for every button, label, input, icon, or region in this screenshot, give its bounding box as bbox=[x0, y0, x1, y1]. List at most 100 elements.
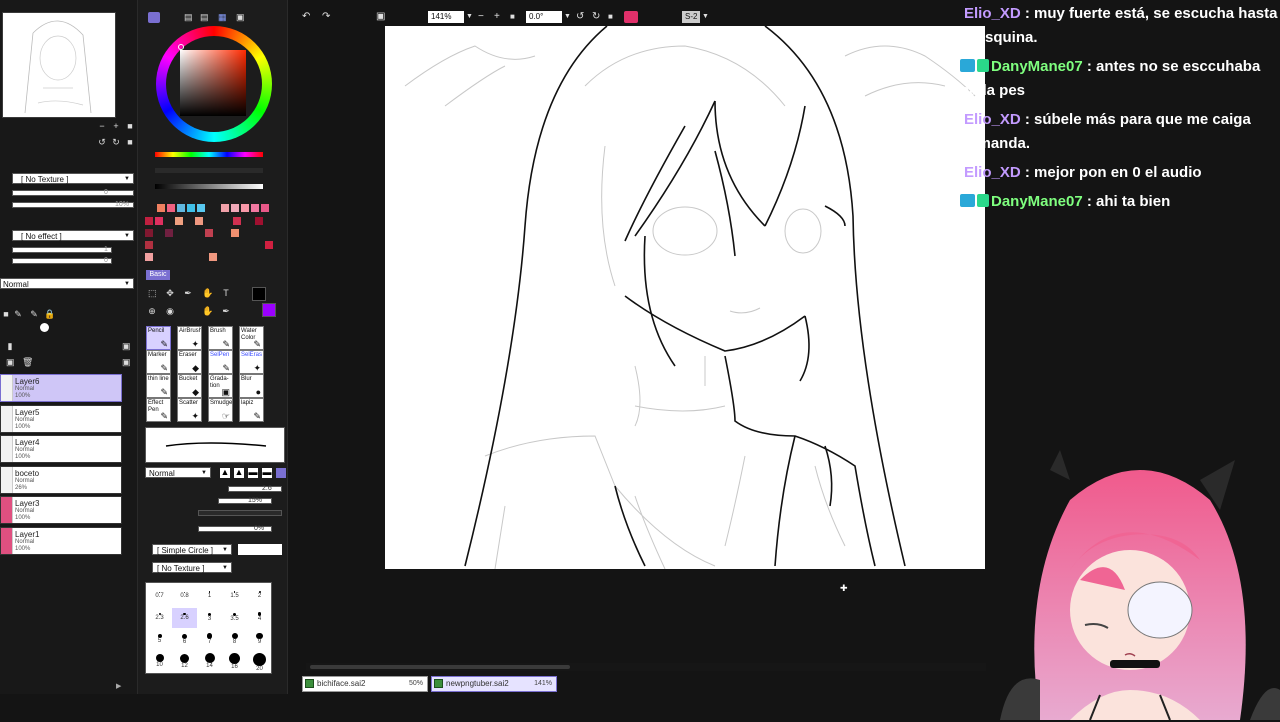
stabilizer-field[interactable]: S-2 bbox=[682, 11, 700, 23]
edge-hard-icon[interactable]: ▲ bbox=[220, 468, 230, 478]
brush-size-option[interactable]: 10 bbox=[147, 652, 172, 672]
swatch[interactable] bbox=[165, 229, 173, 237]
chat-username[interactable]: Elio_XD bbox=[964, 164, 1021, 181]
swatch[interactable] bbox=[233, 217, 241, 225]
swatch[interactable] bbox=[155, 217, 163, 225]
swatch[interactable] bbox=[145, 241, 153, 249]
swatch[interactable] bbox=[251, 204, 259, 212]
tool-marker[interactable]: Marker ✎ bbox=[146, 350, 171, 374]
zoom-out-icon[interactable]: − bbox=[478, 10, 484, 24]
brush-size-option[interactable]: 16 bbox=[222, 652, 247, 672]
edge-flat-icon[interactable] bbox=[276, 468, 286, 478]
brush-size-option[interactable]: 9 bbox=[247, 630, 272, 650]
swatch[interactable] bbox=[255, 217, 263, 225]
rotate-tool-icon[interactable]: ◉ bbox=[166, 307, 174, 316]
brush-size-option[interactable]: 4 bbox=[247, 608, 272, 628]
rotate-right-icon[interactable]: ↻ bbox=[592, 10, 600, 24]
brush-size-option[interactable]: 1.5 bbox=[222, 586, 247, 606]
doc-tab-bichiface[interactable]: bichiface.sai2 50% bbox=[302, 676, 428, 692]
swatch[interactable] bbox=[175, 217, 183, 225]
saturation-bar[interactable] bbox=[155, 168, 263, 173]
brush-shape-select[interactable]: [ Simple Circle ] ▼ bbox=[152, 544, 232, 555]
brush-size-option[interactable]: 1 bbox=[197, 586, 222, 606]
density-slider[interactable] bbox=[198, 510, 282, 516]
chevron-down-icon[interactable]: ▼ bbox=[702, 10, 709, 24]
rotate-left-icon[interactable]: ↺ bbox=[98, 138, 106, 147]
edge-med-icon[interactable]: ▲ bbox=[234, 468, 244, 478]
selection-source-icon[interactable]: ✎ bbox=[30, 310, 38, 319]
selection-source-toggle[interactable] bbox=[40, 323, 49, 332]
zoom-tool-icon[interactable]: ⊕ bbox=[148, 307, 156, 316]
swatch[interactable] bbox=[241, 204, 249, 212]
tool-thin-line[interactable]: thin line ✎ bbox=[146, 374, 171, 398]
brush-blend-select[interactable]: Normal ▼ bbox=[145, 467, 211, 478]
swatch[interactable] bbox=[205, 229, 213, 237]
delete-layer-icon[interactable]: 🗑 bbox=[22, 358, 33, 367]
chat-username[interactable]: Elio_XD bbox=[964, 5, 1021, 22]
value-bar[interactable] bbox=[155, 184, 263, 189]
layer-menu-icon[interactable]: ▣ bbox=[122, 342, 131, 351]
doc-tab-newpngtuber[interactable]: newpngtuber.sai2 141% bbox=[431, 676, 557, 692]
brush-texture-select[interactable]: [ No Texture ] ▼ bbox=[152, 562, 232, 573]
layer-item[interactable]: Layer6 Normal 100% bbox=[0, 374, 122, 402]
brush-size-option[interactable]: 3.5 bbox=[222, 608, 247, 628]
reset-zoom-icon[interactable]: ■ bbox=[510, 10, 515, 24]
tool-scatter[interactable]: Scatter ✦ bbox=[177, 398, 202, 422]
new-layer-icon[interactable]: ▮ bbox=[6, 342, 14, 351]
rotate-right-icon[interactable]: ↻ bbox=[112, 138, 120, 147]
layer-item[interactable]: boceto Normal 26% bbox=[0, 465, 122, 494]
deselect-icon[interactable]: ▣ bbox=[376, 10, 385, 24]
tool-grada-tion[interactable]: Grada-tion ▣ bbox=[208, 374, 233, 398]
chevron-down-icon[interactable]: ▼ bbox=[564, 10, 571, 24]
scroll-thumb[interactable] bbox=[310, 665, 570, 669]
zoom-in-icon[interactable]: + bbox=[494, 10, 500, 24]
scroll-right-icon[interactable]: ▶ bbox=[116, 682, 121, 690]
swatches-icon[interactable]: ▦ bbox=[218, 13, 227, 22]
tool-bucket[interactable]: Bucket ◆ bbox=[177, 374, 202, 398]
hue-bar[interactable] bbox=[155, 152, 263, 157]
new-set-icon[interactable]: ▣ bbox=[6, 358, 15, 367]
brush-size-option[interactable]: 2.6 bbox=[172, 608, 197, 628]
chat-username[interactable]: DanyMane07 bbox=[991, 193, 1083, 210]
saturation-value-square[interactable] bbox=[180, 50, 246, 116]
clipping-icon[interactable]: ✎ bbox=[14, 310, 22, 319]
swatch[interactable] bbox=[221, 204, 229, 212]
swatch[interactable] bbox=[265, 241, 273, 249]
brush-size-option[interactable]: 6 bbox=[172, 630, 197, 650]
layer-effect-select[interactable]: [ No effect ] ▼ bbox=[12, 230, 134, 241]
eyedropper-icon[interactable]: ✒ bbox=[184, 289, 192, 298]
brush-size-option[interactable]: 2.3 bbox=[147, 608, 172, 628]
chat-username[interactable]: DanyMane07 bbox=[991, 58, 1083, 75]
brush-size-slider[interactable] bbox=[228, 486, 282, 492]
text-tool-icon[interactable]: T bbox=[222, 289, 230, 298]
brush-size-option[interactable]: 8 bbox=[222, 630, 247, 650]
rotate-left-icon[interactable]: ↺ bbox=[576, 10, 584, 24]
tool-eraser[interactable]: Eraser ◆ bbox=[177, 350, 202, 374]
tool-pencil[interactable]: Pencil ✎ bbox=[146, 326, 171, 350]
brush-size-option[interactable]: 14 bbox=[197, 652, 222, 672]
edge-softer-icon[interactable]: ▬ bbox=[262, 468, 272, 478]
effect-width-slider[interactable] bbox=[12, 247, 112, 253]
hand-icon[interactable]: ✋ bbox=[202, 289, 213, 298]
color-wheel-mode-icon[interactable] bbox=[148, 12, 160, 23]
zoom-field[interactable]: 141% bbox=[428, 11, 464, 23]
brush-size-option[interactable]: 0.8 bbox=[172, 586, 197, 606]
swatch[interactable] bbox=[187, 204, 195, 212]
min-size-slider[interactable] bbox=[218, 498, 272, 504]
layer-merge-icon[interactable]: ▣ bbox=[122, 358, 131, 367]
zoom-out-icon[interactable]: − bbox=[98, 122, 106, 131]
reset-rotation-icon[interactable]: ■ bbox=[608, 10, 613, 24]
brush-size-option[interactable]: 3 bbox=[197, 608, 222, 628]
brush-size-option[interactable]: 2 bbox=[247, 586, 272, 606]
zoom-in-icon[interactable]: + bbox=[112, 122, 120, 131]
swatch[interactable] bbox=[195, 217, 203, 225]
swatch[interactable] bbox=[145, 217, 153, 225]
hand-tool-icon[interactable]: ✋ bbox=[202, 307, 213, 316]
rotation-field[interactable]: 0.0° bbox=[526, 11, 562, 23]
brush-size-option[interactable]: 12 bbox=[172, 652, 197, 672]
fit-icon[interactable]: ■ bbox=[126, 122, 134, 131]
brush-size-option[interactable]: 5 bbox=[147, 630, 172, 650]
swatch[interactable] bbox=[197, 204, 205, 212]
pick-tool-icon[interactable]: ✒ bbox=[222, 307, 230, 316]
swatch[interactable] bbox=[231, 229, 239, 237]
